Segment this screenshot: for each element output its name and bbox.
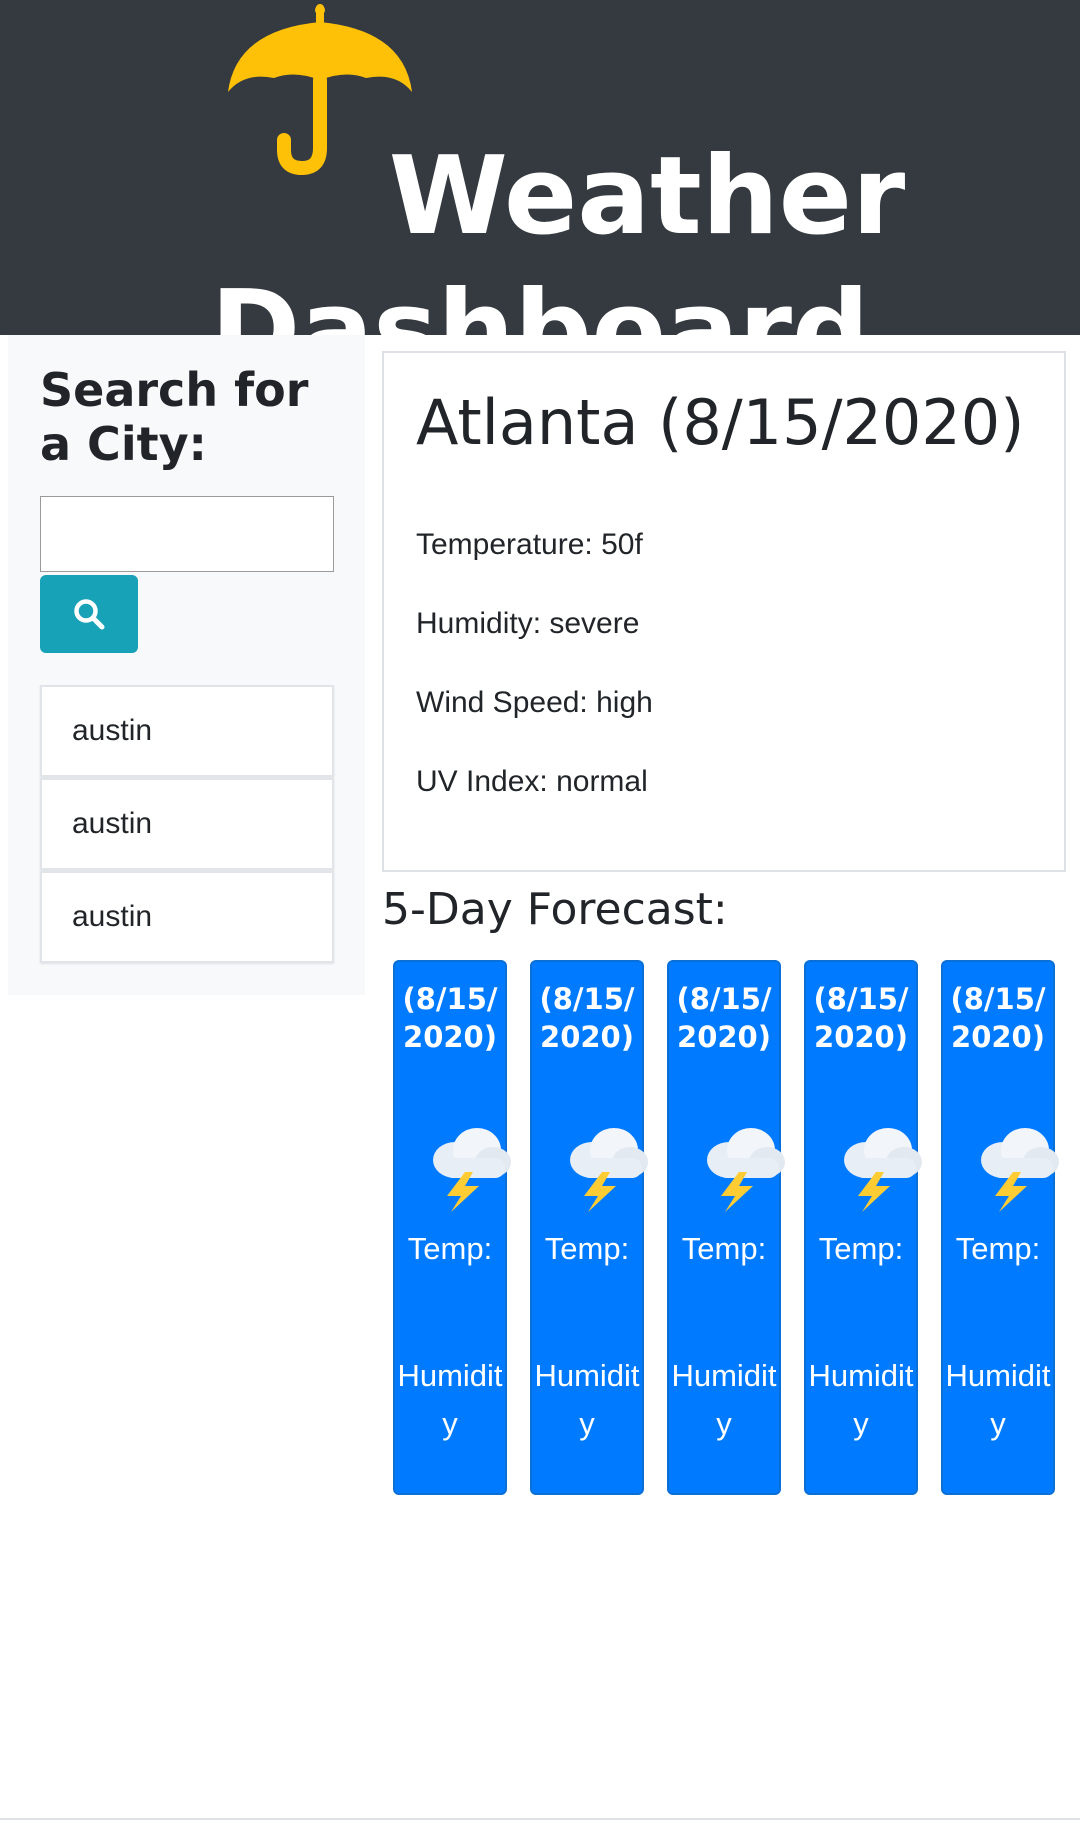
history-item[interactable]: austin	[40, 685, 334, 777]
thunder-cloud-icon	[433, 1128, 511, 1212]
forecast-date: (8/15/2020)	[813, 982, 909, 1054]
forecast-temp: Temp:	[407, 1231, 493, 1266]
thunder-cloud-icon	[844, 1128, 922, 1212]
thunder-cloud-icon	[707, 1128, 785, 1212]
search-button[interactable]	[40, 575, 138, 653]
search-history-list: austin austin austin	[40, 685, 334, 964]
history-item[interactable]: austin	[40, 778, 334, 870]
forecast-humidity: Humidity	[808, 1358, 914, 1441]
search-icon	[74, 599, 105, 630]
forecast-card: (8/15/2020) Temp: Humidity	[393, 960, 511, 1495]
city-search-input[interactable]	[40, 496, 334, 572]
forecast-humidity: Humidity	[534, 1358, 640, 1441]
forecast-humidity: Humidity	[671, 1358, 777, 1441]
forecast-date: (8/15/2020)	[539, 982, 635, 1054]
humidity-text: Humidity: severe	[416, 607, 640, 640]
forecast-temp: Temp:	[681, 1231, 767, 1266]
city-heading: Atlanta (8/15/2020)	[416, 386, 1025, 459]
page-bottom-divider	[0, 1818, 1080, 1820]
wind-speed-text: Wind Speed: high	[416, 686, 653, 719]
forecast-temp: Temp:	[544, 1231, 630, 1266]
page-header: Weather Dashboard	[0, 0, 1080, 393]
forecast-card: (8/15/2020) Temp: Humidity	[530, 960, 648, 1495]
forecast-date: (8/15/2020)	[402, 982, 498, 1054]
forecast-humidity: Humidity	[945, 1358, 1051, 1441]
thunder-cloud-icon	[570, 1128, 648, 1212]
forecast-humidity: Humidity	[397, 1358, 503, 1441]
forecast-temp: Temp:	[818, 1231, 904, 1266]
forecast-heading: 5-Day Forecast:	[382, 884, 728, 935]
uv-index-text: UV Index: normal	[416, 765, 648, 798]
thunder-cloud-icon	[981, 1128, 1059, 1212]
forecast-date: (8/15/2020)	[950, 982, 1046, 1054]
search-sidebar: Search for a City: austin austin austin	[8, 335, 365, 995]
forecast-card: (8/15/2020) Temp: Humidity	[667, 960, 785, 1495]
temperature-text: Temperature: 50f	[416, 528, 643, 561]
search-heading: Search for a City:	[40, 363, 309, 471]
forecast-card: (8/15/2020) Temp: Humidity	[804, 960, 922, 1495]
history-item[interactable]: austin	[40, 871, 334, 963]
forecast-temp: Temp:	[955, 1231, 1041, 1266]
forecast-date: (8/15/2020)	[676, 982, 772, 1054]
current-weather-card: Atlanta (8/15/2020) Temperature: 50f Hum…	[382, 351, 1066, 872]
title-line-1: Weather	[388, 134, 906, 260]
forecast-card: (8/15/2020) Temp: Humidity	[941, 960, 1059, 1495]
